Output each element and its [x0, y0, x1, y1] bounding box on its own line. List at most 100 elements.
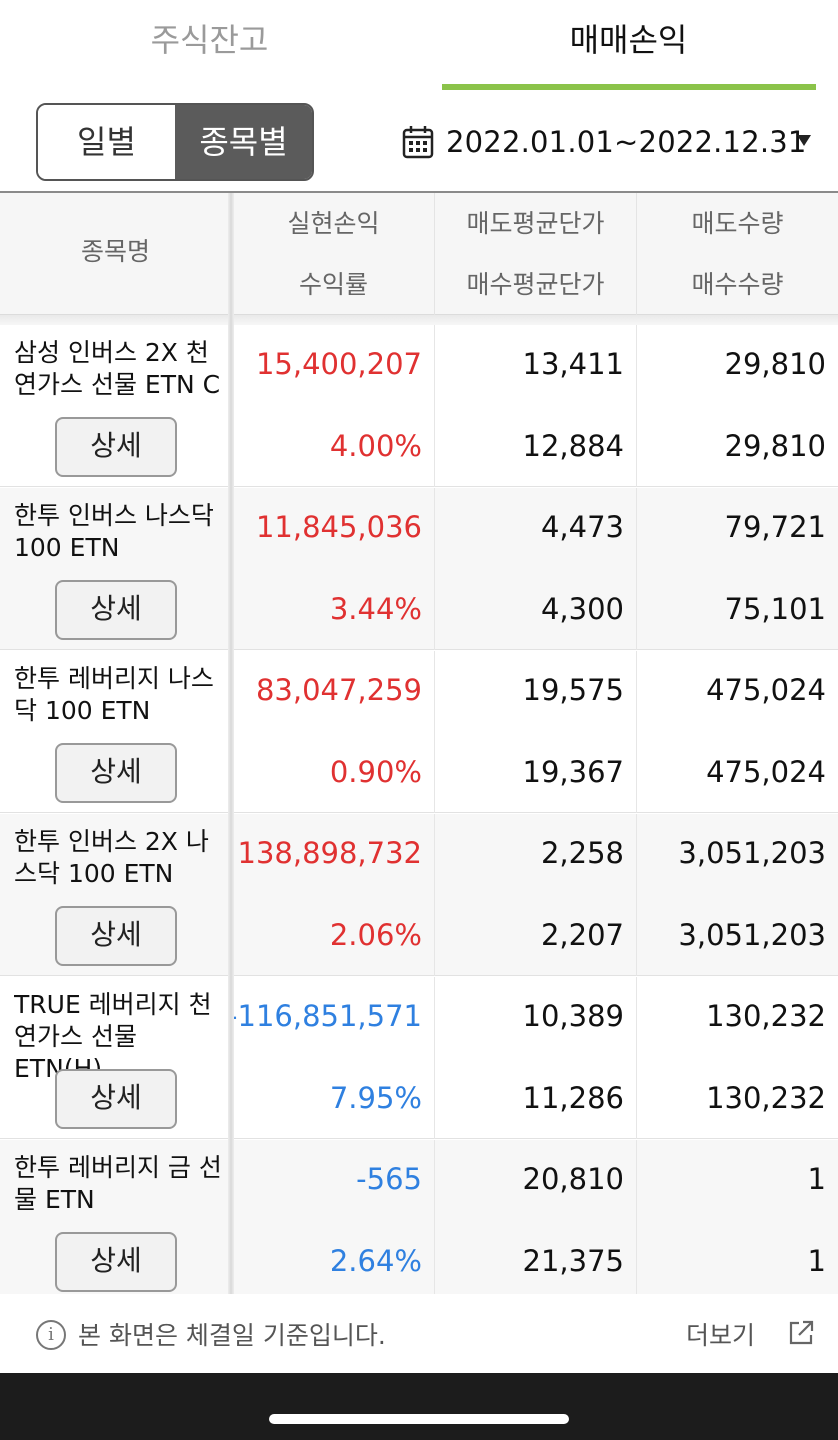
- sell-avg-price: 10,389: [522, 999, 624, 1033]
- realized-pnl: 138,898,732: [237, 836, 423, 870]
- detail-button[interactable]: 상세: [55, 906, 177, 966]
- frozen-column-divider: [228, 193, 234, 1294]
- header-item-name: 종목명: [80, 237, 150, 266]
- period-segment-control: 일별 종목별: [36, 103, 314, 181]
- sell-avg-price: 13,411: [522, 347, 624, 381]
- table-row: 한투 인버스 나스닥 100 ETN 상세 11,845,036 3.44% 4…: [0, 488, 838, 650]
- return-rate: 7.95%: [329, 1081, 422, 1115]
- tab-trading-pnl[interactable]: 매매손익: [419, 0, 838, 92]
- detail-button[interactable]: 상세: [55, 743, 177, 803]
- sell-avg-price: 20,810: [522, 1162, 624, 1196]
- sell-qty: 1: [807, 1162, 826, 1196]
- qty-cell: 130,232 130,232: [636, 977, 838, 1139]
- item-name: 한투 레버리지 나스닥 100 ETN: [14, 664, 214, 725]
- header-sell-avg: 매도평균단가: [466, 209, 605, 238]
- sell-qty: 3,051,203: [678, 836, 826, 870]
- item-name: 한투 인버스 2X 나스닥 100 ETN: [14, 827, 209, 888]
- external-link-icon[interactable]: [786, 1318, 816, 1348]
- qty-cell: 1 1: [636, 1140, 838, 1294]
- segment-by-item[interactable]: 종목별: [175, 105, 312, 179]
- avg-price-cell: 13,411 12,884: [434, 325, 636, 487]
- info-icon: i: [36, 1320, 66, 1350]
- item-name-cell: 한투 인버스 2X 나스닥 100 ETN 상세: [0, 814, 231, 976]
- item-name: 한투 인버스 나스닥 100 ETN: [14, 501, 214, 562]
- system-nav-bar: [0, 1373, 838, 1440]
- qty-cell: 3,051,203 3,051,203: [636, 814, 838, 976]
- sell-qty: 475,024: [706, 673, 826, 707]
- sell-avg-price: 4,473: [540, 510, 624, 544]
- header-col-pnl: 실현손익 수익률: [232, 193, 434, 315]
- pnl-cell: -565 2.64%: [232, 1140, 434, 1294]
- header-sell-qty: 매도수량: [691, 209, 784, 238]
- return-rate: 3.44%: [329, 592, 422, 626]
- header-return-rate: 수익률: [298, 270, 368, 299]
- buy-avg-price: 4,300: [540, 592, 624, 626]
- active-tab-indicator: [442, 84, 816, 90]
- buy-avg-price: 2,207: [540, 918, 624, 952]
- return-rate: 4.00%: [329, 429, 422, 463]
- table-row: 한투 인버스 2X 나스닥 100 ETN 상세 138,898,732 2.0…: [0, 814, 838, 976]
- item-name-cell: 한투 인버스 나스닥 100 ETN 상세: [0, 488, 231, 650]
- buy-qty: 1: [807, 1244, 826, 1278]
- buy-avg-price: 19,367: [522, 755, 624, 789]
- detail-button[interactable]: 상세: [55, 1232, 177, 1292]
- qty-cell: 79,721 75,101: [636, 488, 838, 650]
- buy-qty: 130,232: [706, 1081, 826, 1115]
- sell-avg-price: 2,258: [540, 836, 624, 870]
- sell-avg-price: 19,575: [522, 673, 624, 707]
- pnl-table: 종목명 실현손익 수익률 매도평균단가 매수평균단가 매도수량 매수수량 삼성 …: [0, 191, 838, 1294]
- header-col-avg-price: 매도평균단가 매수평균단가: [434, 193, 636, 315]
- pnl-cell: 83,047,259 0.90%: [232, 651, 434, 813]
- buy-avg-price: 12,884: [522, 429, 624, 463]
- tab-stock-balance[interactable]: 주식잔고: [0, 0, 419, 92]
- pnl-cell: 15,400,207 4.00%: [232, 325, 434, 487]
- header-buy-avg: 매수평균단가: [466, 270, 605, 299]
- pnl-cell: -116,851,571 7.95%: [227, 977, 434, 1139]
- segment-daily[interactable]: 일별: [38, 105, 175, 179]
- table-header: 종목명 실현손익 수익률 매도평균단가 매수평균단가 매도수량 매수수량: [0, 193, 838, 315]
- item-name: 한투 레버리지 금 선물 ETN: [14, 1153, 222, 1214]
- buy-qty: 475,024: [706, 755, 826, 789]
- avg-price-cell: 10,389 11,286: [434, 977, 636, 1139]
- realized-pnl: 15,400,207: [255, 347, 422, 381]
- realized-pnl: -565: [356, 1162, 422, 1196]
- buy-qty: 29,810: [724, 429, 826, 463]
- return-rate: 2.64%: [329, 1244, 422, 1278]
- table-row: TRUE 레버리지 천연가스 선물 ETN(H) 상세 -116,851,571…: [0, 977, 838, 1139]
- home-indicator[interactable]: [269, 1414, 569, 1424]
- footer-note: 본 화면은 체결일 기준입니다.: [78, 1321, 386, 1350]
- header-buy-qty: 매수수량: [691, 270, 784, 299]
- top-tabs: 주식잔고 매매손익: [0, 0, 838, 92]
- detail-button[interactable]: 상세: [55, 417, 177, 477]
- item-name: 삼성 인버스 2X 천연가스 선물 ETN C: [14, 338, 221, 399]
- detail-button[interactable]: 상세: [55, 580, 177, 640]
- buy-qty: 3,051,203: [678, 918, 826, 952]
- calendar-icon: [402, 126, 434, 159]
- buy-avg-price: 11,286: [522, 1081, 624, 1115]
- more-link[interactable]: 더보기: [686, 1316, 755, 1352]
- pnl-cell: 11,845,036 3.44%: [232, 488, 434, 650]
- avg-price-cell: 4,473 4,300: [434, 488, 636, 650]
- table-row: 삼성 인버스 2X 천연가스 선물 ETN C 상세 15,400,207 4.…: [0, 325, 838, 487]
- return-rate: 0.90%: [329, 755, 422, 789]
- realized-pnl: 83,047,259: [255, 673, 422, 707]
- qty-cell: 29,810 29,810: [636, 325, 838, 487]
- header-realized: 실현손익: [287, 209, 380, 238]
- table-row: 한투 레버리지 나스닥 100 ETN 상세 83,047,259 0.90% …: [0, 651, 838, 813]
- buy-qty: 75,101: [724, 592, 826, 626]
- item-name-cell: 한투 레버리지 금 선물 ETN 상세: [0, 1140, 231, 1294]
- realized-pnl: 11,845,036: [255, 510, 422, 544]
- header-col-qty: 매도수량 매수수량: [636, 193, 838, 315]
- item-name-cell: TRUE 레버리지 천연가스 선물 ETN(H) 상세: [0, 977, 231, 1139]
- detail-button[interactable]: 상세: [55, 1069, 177, 1129]
- dropdown-triangle-icon[interactable]: [797, 135, 811, 146]
- date-range-selector[interactable]: 2022.01.01~2022.12.31: [402, 118, 807, 166]
- footer-bar: i 본 화면은 체결일 기준입니다. 더보기: [0, 1294, 838, 1373]
- sell-qty: 130,232: [706, 999, 826, 1033]
- sell-qty: 29,810: [724, 347, 826, 381]
- realized-pnl: -116,851,571: [227, 999, 422, 1033]
- avg-price-cell: 19,575 19,367: [434, 651, 636, 813]
- date-range-text: 2022.01.01~2022.12.31: [446, 125, 807, 159]
- table-row: 한투 레버리지 금 선물 ETN 상세 -565 2.64% 20,810 21…: [0, 1140, 838, 1294]
- buy-avg-price: 21,375: [522, 1244, 624, 1278]
